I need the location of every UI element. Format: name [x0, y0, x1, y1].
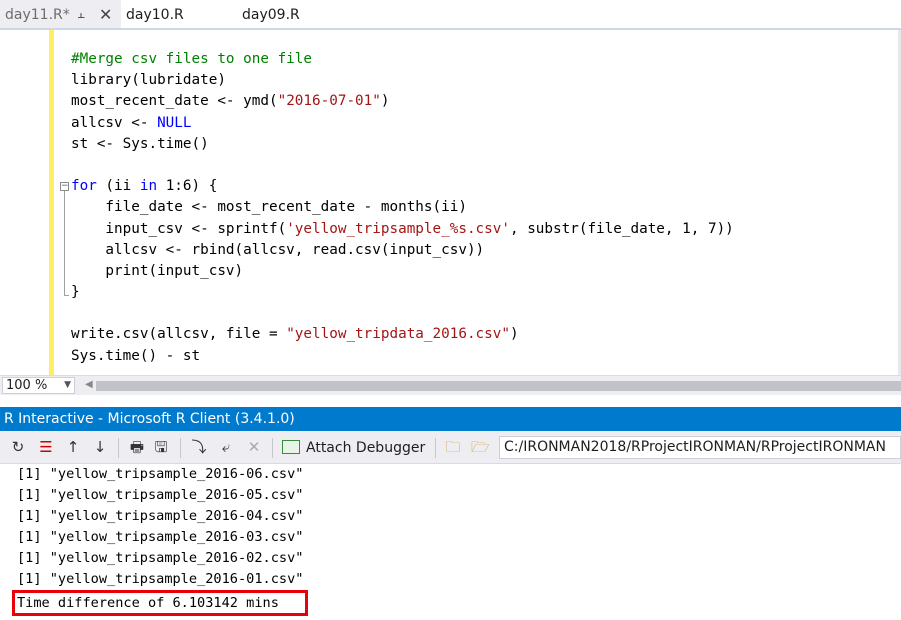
tab-label: day09.R	[242, 7, 300, 23]
code-token: allcsv <- rbind(allcsv, read.csv(input_c…	[71, 241, 485, 258]
code-token: 1:6) {	[157, 178, 218, 195]
code-token: st <- Sys.time()	[71, 135, 209, 152]
interactive-toolbar: ↻ ☰ ↑ ↓ 🖶 🖫 ⤵ ⤶ ✕ Attach Debugger 🗀 🗁 C:…	[0, 431, 901, 464]
code-line[interactable]: #Merge csv files to one file	[71, 49, 734, 70]
console-line: [1] "yellow_tripsample_2016-05.csv"	[17, 487, 304, 503]
code-line[interactable]: st <- Sys.time()	[71, 134, 734, 155]
code-token: in	[139, 178, 158, 195]
code-line[interactable]	[71, 303, 734, 324]
attach-debugger-label: Attach Debugger	[306, 440, 426, 456]
console-line: [1] "yellow_tripsample_2016-01.csv"	[17, 571, 304, 587]
tab-day09[interactable]: day09.R	[242, 0, 300, 28]
code-token: input_csv <- sprintf(	[71, 220, 287, 237]
code-line[interactable]: file_date <- most_recent_date - months(i…	[71, 197, 734, 218]
source-icon[interactable]: ⤵	[190, 438, 208, 456]
code-line[interactable]	[71, 155, 734, 176]
toolbar-separator	[180, 438, 181, 458]
code-token: "2016-07-01"	[277, 93, 381, 110]
save-workspace-icon[interactable]: 🖫	[152, 438, 170, 456]
code-token: )	[380, 93, 390, 110]
zoom-dropdown[interactable]: 100 % ▼	[2, 377, 75, 394]
clear-icon[interactable]: ☰	[37, 438, 55, 456]
code-line[interactable]: most_recent_date <- ymd("2016-07-01")	[71, 91, 734, 112]
folder-icon[interactable]: 🗀	[444, 438, 462, 456]
debugger-icon	[282, 440, 300, 454]
scroll-left-icon[interactable]: ◀	[85, 379, 93, 390]
change-tracking-bar	[49, 30, 54, 375]
zoom-value: 100 %	[6, 378, 48, 393]
interrupt-icon[interactable]: ✕	[245, 438, 263, 456]
code-token: file_date <- most_recent_date - months(i…	[71, 199, 467, 216]
code-token: (ii	[96, 178, 140, 195]
code-token: most_recent_date <- ymd(	[71, 93, 278, 110]
code-token: )	[509, 326, 519, 343]
tab-day11[interactable]: day11.R* ⫠ ✕	[0, 0, 121, 28]
code-token: allcsv <-	[71, 114, 158, 131]
code-token: print(input_csv)	[71, 262, 244, 279]
code-line[interactable]: library(lubridate)	[71, 70, 734, 91]
code-text[interactable]: #Merge csv files to one file library(lubr…	[71, 49, 734, 367]
code-line[interactable]: }	[71, 282, 734, 303]
horizontal-scrollbar[interactable]	[96, 381, 901, 391]
code-line[interactable]: for (ii in 1:6) {	[71, 176, 734, 197]
code-token: library(lubridate)	[71, 72, 226, 89]
code-line[interactable]: input_csv <- sprintf('yellow_tripsample_…	[71, 219, 734, 240]
fold-guide-end	[64, 295, 69, 296]
console-line: [1] "yellow_tripsample_2016-02.csv"	[17, 550, 304, 566]
time-difference-output: Time difference of 6.103142 mins	[17, 595, 279, 611]
history-up-icon[interactable]: ↑	[64, 438, 82, 456]
code-line[interactable]: allcsv <- NULL	[71, 113, 734, 134]
editor-tab-bar: day11.R* ⫠ ✕ day10.R day09.R	[0, 0, 901, 30]
code-token: write.csv(allcsv, file =	[71, 326, 287, 343]
console-line: [1] "yellow_tripsample_2016-04.csv"	[17, 508, 304, 524]
toolbar-separator	[272, 438, 273, 458]
toolbar-separator	[118, 438, 119, 458]
code-line[interactable]: print(input_csv)	[71, 261, 734, 282]
console-line: [1] "yellow_tripsample_2016-03.csv"	[17, 529, 304, 545]
tab-day10[interactable]: day10.R	[126, 0, 184, 28]
attach-debugger-button[interactable]: Attach Debugger	[282, 438, 425, 458]
code-token: }	[71, 284, 80, 301]
console-output: [1] "yellow_tripsample_2016-06.csv" [1] "…	[17, 464, 303, 590]
reset-icon[interactable]: ↻	[9, 438, 27, 456]
code-token: "yellow_tripdata_2016.csv"	[286, 326, 510, 343]
fold-toggle-icon[interactable]: −	[60, 182, 69, 191]
code-token: 'yellow_tripsample_%s.csv'	[286, 220, 510, 237]
history-down-icon[interactable]: ↓	[91, 438, 109, 456]
tab-label: day11.R*	[5, 7, 70, 23]
editor-margin	[0, 30, 49, 375]
code-token: NULL	[157, 114, 192, 131]
chevron-down-icon: ▼	[64, 380, 71, 390]
code-token: #Merge csv files to one file	[71, 51, 313, 67]
interactive-window-title: R Interactive - Microsoft R Client (3.4.…	[0, 407, 901, 431]
editor-status-row: 100 % ▼ ◀	[0, 375, 901, 395]
console-line: [1] "yellow_tripsample_2016-06.csv"	[17, 466, 304, 482]
fold-guide	[64, 191, 65, 295]
code-line[interactable]: allcsv <- rbind(allcsv, read.csv(input_c…	[71, 240, 734, 261]
load-workspace-icon[interactable]: 🖶	[128, 438, 146, 456]
source-echo-icon[interactable]: ⤶	[217, 438, 235, 456]
code-editor[interactable]: − #Merge csv files to one file library(lu…	[0, 30, 901, 375]
code-line[interactable]: Sys.time() - st	[71, 346, 734, 367]
pin-icon[interactable]: ⫠	[77, 0, 85, 30]
code-line[interactable]: write.csv(allcsv, file = "yellow_tripdat…	[71, 324, 734, 345]
tab-label: day10.R	[126, 7, 184, 23]
code-token: for	[71, 178, 97, 195]
code-token: Sys.time() - st	[71, 347, 201, 364]
close-icon[interactable]: ✕	[99, 0, 112, 30]
toolbar-separator	[435, 438, 436, 458]
working-directory-field[interactable]: C:/IRONMAN2018/RProjectIRONMAN/RProjectI…	[499, 436, 901, 459]
code-token: , substr(file_date, 1, 7))	[509, 220, 734, 237]
folder-open-icon[interactable]: 🗁	[471, 438, 490, 456]
